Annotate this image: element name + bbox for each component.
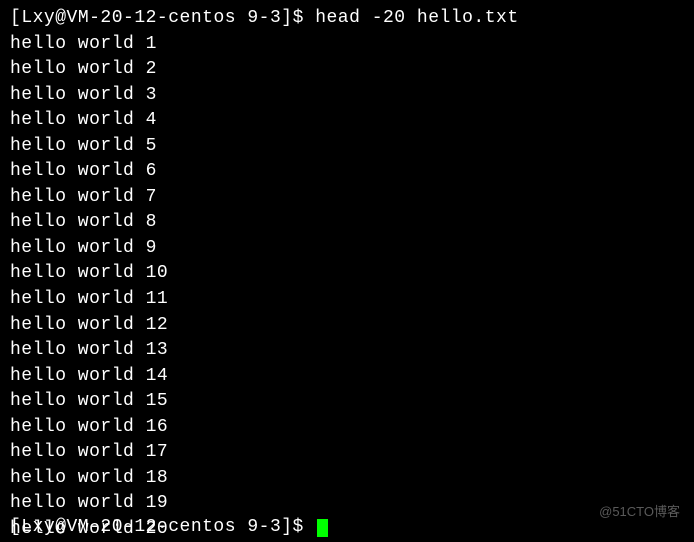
output-line: hello world 5 bbox=[10, 134, 684, 160]
prompt-symbol: ]$ bbox=[281, 8, 304, 28]
watermark-text: @51CTO博客 bbox=[599, 503, 680, 521]
output-line: hello world 2 bbox=[10, 57, 684, 83]
next-prompt-line[interactable]: [Lxy@VM-20-12-centos 9-3]$ bbox=[10, 515, 328, 541]
output-line: hello world 7 bbox=[10, 185, 684, 211]
command-text: head -20 hello.txt bbox=[315, 8, 518, 28]
next-prompt: [Lxy@VM-20-12-centos 9-3]$ bbox=[10, 517, 304, 537]
output-line: hello world 6 bbox=[10, 159, 684, 185]
output-line: hello world 11 bbox=[10, 287, 684, 313]
output-line: hello world 3 bbox=[10, 83, 684, 109]
prompt-user-host: Lxy@VM-20-12-centos bbox=[21, 8, 236, 28]
output-line: hello world 1 bbox=[10, 32, 684, 58]
cursor-icon bbox=[317, 519, 328, 537]
output-line: hello world 9 bbox=[10, 236, 684, 262]
output-line: hello world 17 bbox=[10, 440, 684, 466]
output-line: hello world 15 bbox=[10, 389, 684, 415]
output-line: hello world 10 bbox=[10, 261, 684, 287]
output-line: hello world 13 bbox=[10, 338, 684, 364]
output-container: hello world 1hello world 2hello world 3h… bbox=[10, 32, 684, 542]
prompt-bracket-open: [ bbox=[10, 8, 21, 28]
prompt-directory: 9-3 bbox=[247, 8, 281, 28]
output-line: hello world 8 bbox=[10, 210, 684, 236]
output-line: hello world 19 bbox=[10, 491, 684, 517]
output-line: hello world 16 bbox=[10, 415, 684, 441]
output-line: hello world 14 bbox=[10, 364, 684, 390]
command-line: [Lxy@VM-20-12-centos 9-3]$ head -20 hell… bbox=[10, 6, 684, 32]
output-line: hello world 12 bbox=[10, 313, 684, 339]
output-line: hello world 18 bbox=[10, 466, 684, 492]
output-line: hello world 4 bbox=[10, 108, 684, 134]
